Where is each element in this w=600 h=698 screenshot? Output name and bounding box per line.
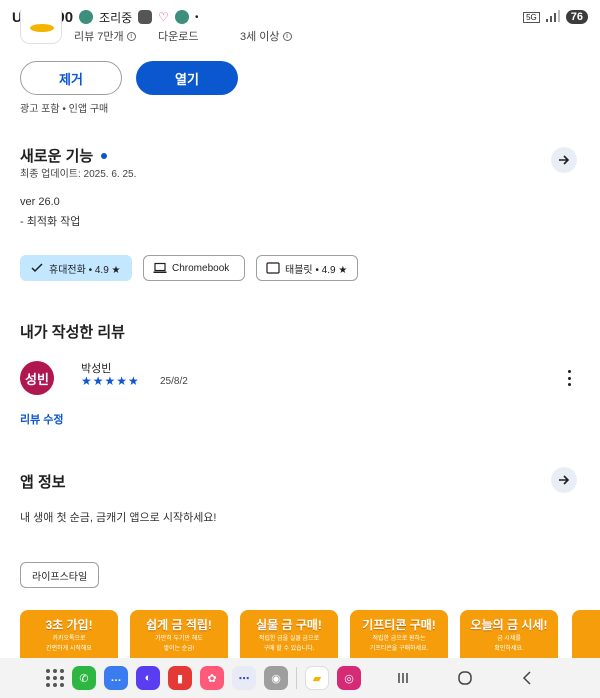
gallery-app-icon[interactable]: ✿ bbox=[200, 666, 224, 690]
chat-icon bbox=[138, 10, 153, 24]
screenshot-card-partial[interactable] bbox=[572, 610, 600, 660]
heart-icon: ♡ bbox=[158, 10, 169, 24]
review-date: 25/8/2 bbox=[160, 376, 188, 387]
tablet-icon bbox=[266, 262, 280, 274]
messages-app-icon[interactable]: … bbox=[104, 666, 128, 690]
stat-age-rating[interactable]: 3세 이상 i bbox=[240, 28, 292, 44]
chip-chromebook-label: Chromebook bbox=[172, 262, 230, 274]
screenshot-sub: 적립한 금으로 원하는 bbox=[372, 636, 426, 642]
app-drawer-icon[interactable] bbox=[46, 669, 64, 687]
chip-phone[interactable]: 휴대전화 • 4.9 ★ bbox=[20, 255, 132, 281]
info-icon: i bbox=[126, 31, 136, 41]
avatar: 성빈 bbox=[20, 361, 54, 395]
app-notification-icon-2 bbox=[174, 10, 189, 24]
ads-note: 광고 포함 • 인앱 구매 bbox=[20, 104, 109, 115]
gold-app-icon[interactable]: ▰ bbox=[305, 666, 329, 690]
whats-new-title: 새로운 기능 bbox=[20, 148, 94, 165]
screenshot-card[interactable]: 쉽게 금 적립! 가만히 두기만 해도 쌓이는 순금! bbox=[130, 610, 228, 660]
chip-tablet[interactable]: 태블릿 • 4.9 ★ bbox=[256, 255, 358, 281]
last-updated: 최종 업데이트: 2025. 6. 25. bbox=[20, 169, 137, 180]
notes-app-icon[interactable]: ▮ bbox=[168, 666, 192, 690]
stat-downloads-label: 다운로드 bbox=[158, 31, 199, 43]
screenshot-title: 3초 가입! bbox=[45, 618, 93, 632]
screenshot-sub: 구매 할 수 있습니다. bbox=[263, 646, 315, 652]
screenshot-title: 실물 금 구매! bbox=[256, 618, 322, 632]
screenshot-title: 기프티콘 구매! bbox=[362, 618, 436, 632]
chip-chromebook[interactable]: Chromebook bbox=[143, 255, 245, 281]
screenshot-card[interactable]: 실물 금 구매! 적립한 금을 실물 금으로 구매 할 수 있습니다. bbox=[240, 610, 338, 660]
screenshot-sub: 쌓이는 순금! bbox=[163, 646, 195, 652]
category-tag[interactable]: 라이프스타일 bbox=[20, 562, 100, 588]
instagram-app-icon[interactable]: ◎ bbox=[337, 666, 361, 690]
screenshot-title: 쉽게 금 적립! bbox=[146, 618, 212, 632]
chip-tablet-label: 태블릿 • 4.9 ★ bbox=[285, 264, 348, 276]
update-note: - 최적화 작업 bbox=[20, 216, 81, 228]
signal-icon bbox=[545, 9, 560, 25]
home-button[interactable] bbox=[447, 670, 483, 686]
screenshot-carousel[interactable]: 3초 가입! 카카오톡으로 간편하게 시작해요 쉽게 금 적립! 가만히 두기만… bbox=[20, 610, 600, 660]
stat-reviews[interactable]: 리뷰 7만개 i bbox=[74, 28, 136, 44]
app-icon bbox=[20, 10, 62, 44]
screenshot-sub: 카카오톡으로 bbox=[52, 636, 86, 642]
screenshot-sub: 적립한 금을 실물 금으로 bbox=[258, 636, 320, 642]
taskbar: ✆ … ◐ ▮ ✿ ⋯ ◉ ▰ ◎ bbox=[0, 658, 600, 698]
screenshot-card[interactable]: 오늘의 금 시세! 금 시세를 확인하세요. bbox=[460, 610, 558, 660]
data-icon: 5G bbox=[523, 11, 540, 23]
battery-icon: 76 bbox=[565, 10, 588, 24]
screenshot-title: 오늘의 금 시세! bbox=[470, 618, 548, 632]
taskbar-divider bbox=[296, 667, 297, 689]
folder-app-icon[interactable]: ⋯ bbox=[232, 666, 256, 690]
check-icon bbox=[31, 263, 43, 273]
screenshot-sub: 기프티콘을 구매하세요. bbox=[369, 646, 429, 652]
phone-app-icon[interactable]: ✆ bbox=[72, 666, 96, 690]
open-button[interactable]: 열기 bbox=[136, 61, 238, 95]
stat-reviews-label: 리뷰 7만개 bbox=[74, 31, 124, 43]
whats-new-header[interactable]: 새로운 기능 bbox=[20, 145, 108, 166]
screenshot-sub: 확인하세요. bbox=[494, 646, 524, 652]
screenshot-sub: 간편하게 시작해요 bbox=[46, 646, 92, 652]
back-button[interactable] bbox=[509, 670, 545, 686]
version-text: ver 26.0 bbox=[20, 196, 60, 208]
arrow-right-icon bbox=[559, 155, 570, 165]
recents-button[interactable] bbox=[385, 671, 421, 685]
edit-review-link[interactable]: 리뷰 수정 bbox=[20, 411, 64, 427]
app-description: 내 생애 첫 순금, 금캐기 앱으로 시작하세요! bbox=[20, 512, 217, 524]
info-icon: i bbox=[282, 31, 292, 41]
app-notification-icon bbox=[79, 10, 94, 24]
stat-age-label: 3세 이상 bbox=[240, 31, 280, 43]
arrow-right-icon bbox=[559, 475, 570, 485]
stat-downloads: 다운로드 bbox=[158, 28, 198, 44]
screenshot-sub: 금 시세를 bbox=[497, 636, 521, 642]
internet-app-icon[interactable]: ◐ bbox=[136, 666, 160, 690]
laptop-icon bbox=[153, 262, 167, 273]
app-info-arrow-button[interactable] bbox=[551, 467, 577, 493]
chip-phone-label: 휴대전화 • 4.9 ★ bbox=[49, 264, 121, 276]
star-rating: ★★★★★ bbox=[81, 374, 140, 388]
new-indicator-dot bbox=[101, 152, 108, 159]
notification-text: 조리중 bbox=[99, 10, 133, 25]
screenshot-sub: 가만히 두기만 해도 bbox=[155, 636, 203, 642]
my-review-title: 내가 작성한 리뷰 bbox=[20, 324, 125, 341]
whats-new-arrow-button[interactable] bbox=[551, 147, 577, 173]
more-notifications-icon: • bbox=[194, 11, 199, 23]
screenshot-card[interactable]: 기프티콘 구매! 적립한 금으로 원하는 기프티콘을 구매하세요. bbox=[350, 610, 448, 660]
camera-app-icon[interactable]: ◉ bbox=[264, 666, 288, 690]
screenshot-card[interactable]: 3초 가입! 카카오톡으로 간편하게 시작해요 bbox=[20, 610, 118, 660]
more-options-icon[interactable] bbox=[563, 370, 575, 386]
app-info-title: 앱 정보 bbox=[20, 474, 66, 491]
uninstall-button[interactable]: 제거 bbox=[20, 61, 122, 95]
